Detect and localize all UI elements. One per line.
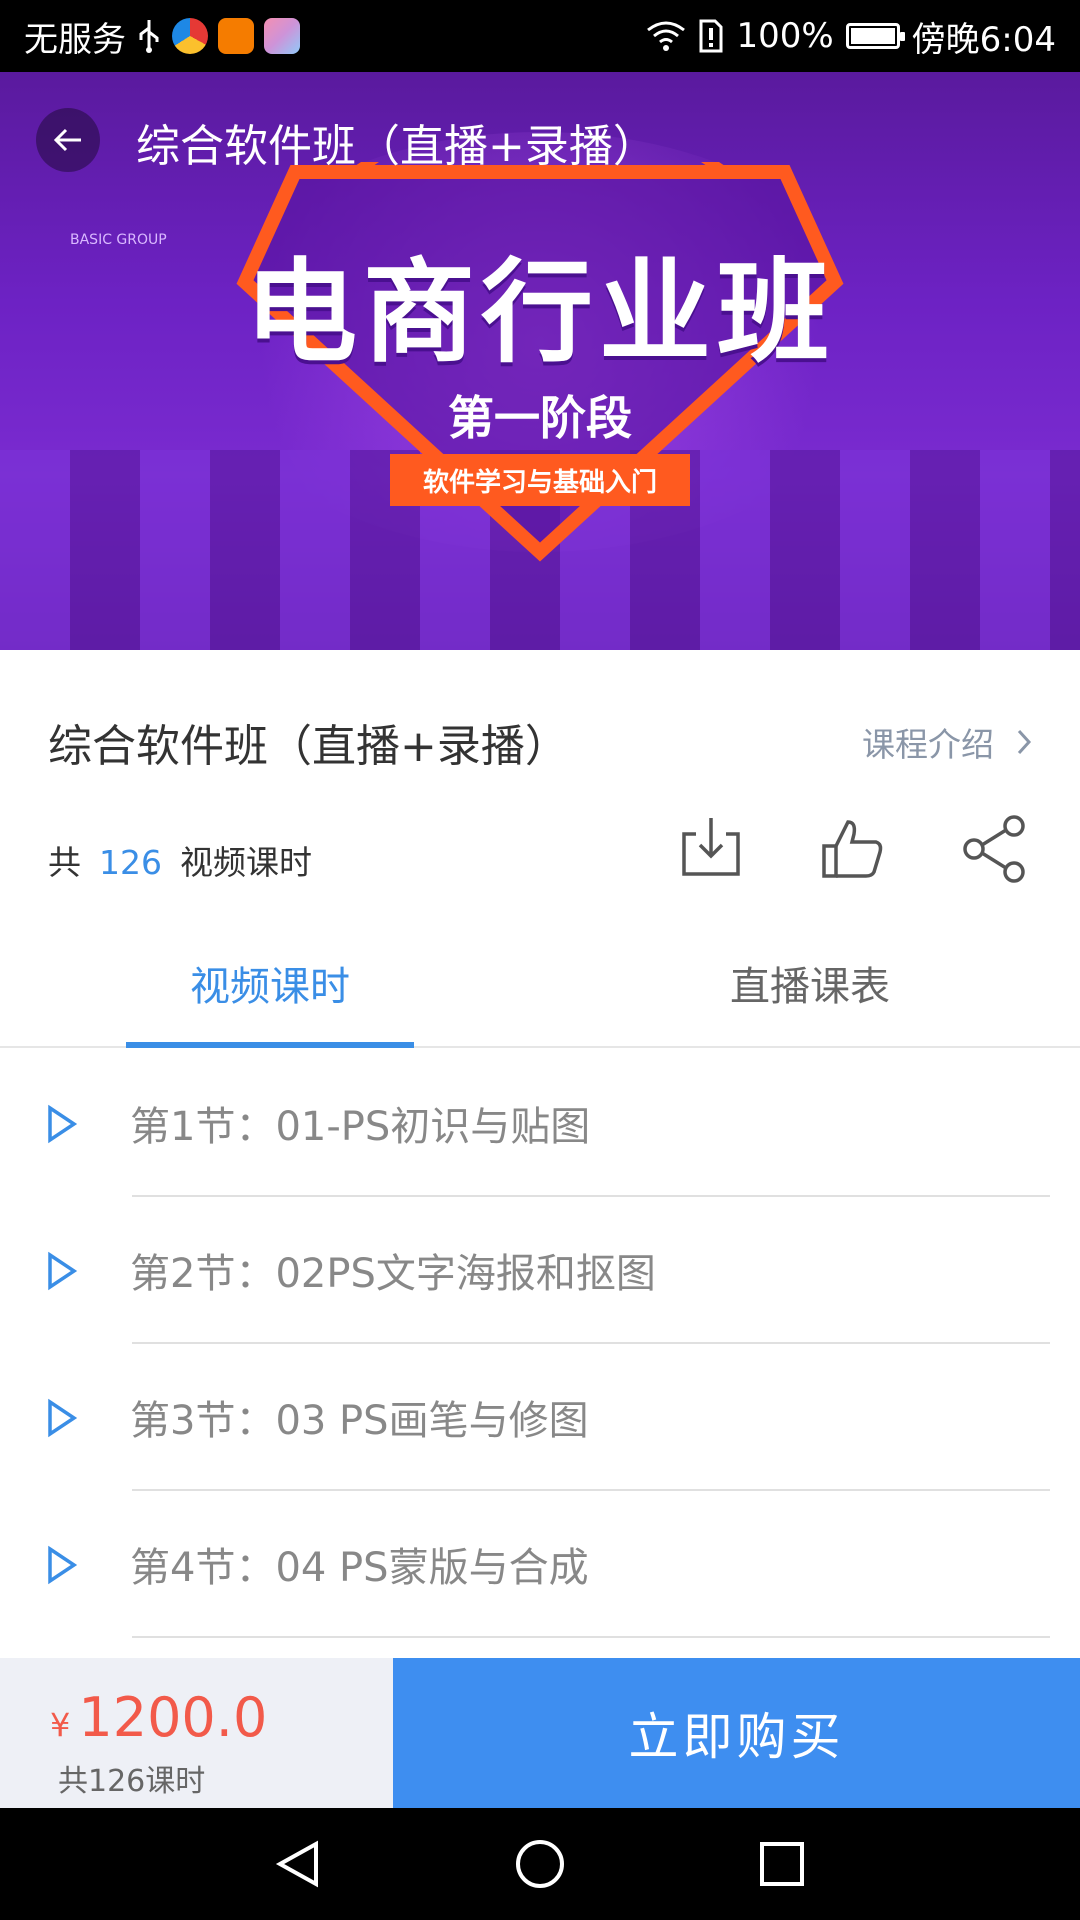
lesson-list: 第1节：01-PS初识与贴图 第2节：02PS文字海报和抠图 第3节：03 PS… [0, 1050, 1080, 1638]
battery-icon [845, 23, 905, 49]
lesson-item[interactable]: 第4节：04 PS蒙版与合成 [0, 1491, 1080, 1638]
lesson-title: 第2节：02PS文字海报和抠图 [130, 1251, 656, 1297]
header-title: 综合软件班（直播+录播） [136, 121, 657, 172]
lesson-item[interactable]: 第3节：03 PS画笔与修图 [0, 1344, 1080, 1491]
tab-video-lessons-label: 视频课时 [190, 964, 350, 1010]
active-tab-indicator [126, 1042, 414, 1048]
currency-symbol: ¥ [50, 1706, 71, 1744]
play-icon [48, 1104, 78, 1144]
tab-live-schedule[interactable]: 直播课表 [540, 920, 1080, 1046]
lesson-title: 第1节：01-PS初识与贴图 [130, 1104, 591, 1150]
lesson-title: 第3节：03 PS画笔与修图 [130, 1398, 589, 1444]
banner-ribbon: 软件学习与基础入门 [390, 454, 690, 506]
price: ¥ 1200.0 [50, 1686, 267, 1749]
share-icon[interactable] [958, 812, 1032, 886]
lesson-title: 第4节：04 PS蒙版与合成 [130, 1545, 589, 1591]
download-icon[interactable] [674, 812, 748, 886]
nav-recents-icon[interactable] [756, 1838, 808, 1890]
course-title: 综合软件班（直播+录播） [48, 721, 569, 772]
purchase-bar: ¥ 1200.0 共126课时 立即购买 [0, 1658, 1080, 1808]
photos-app-icon [264, 18, 300, 54]
nav-back-icon[interactable] [272, 1838, 324, 1890]
play-icon [48, 1545, 78, 1585]
lesson-item[interactable]: 第1节：01-PS初识与贴图 [0, 1050, 1080, 1197]
lesson-count-value: 126 [99, 843, 162, 882]
chevron-right-icon [1017, 729, 1032, 755]
price-lessons-note: 共126课时 [58, 1764, 206, 1799]
play-icon [48, 1398, 78, 1438]
price-value: 1200.0 [78, 1686, 268, 1749]
banner-stage: 第一阶段 [448, 391, 632, 445]
sim-alert-icon [699, 19, 723, 53]
wifi-icon [647, 21, 686, 51]
lesson-count-suffix: 视频课时 [180, 843, 312, 882]
uc-browser-app-icon [218, 18, 254, 54]
lesson-item[interactable]: 第2节：02PS文字海报和抠图 [0, 1197, 1080, 1344]
buy-now-button[interactable]: 立即购买 [393, 1658, 1080, 1808]
lesson-count-prefix: 共 [48, 843, 81, 882]
price-box: ¥ 1200.0 共126课时 [0, 1658, 393, 1808]
lesson-count: 共 126 视频课时 [48, 836, 312, 884]
system-nav-bar [0, 1808, 1080, 1920]
battery-percent: 100% [736, 16, 834, 56]
list-divider [132, 1636, 1050, 1638]
usb-icon [139, 20, 159, 53]
course-intro-label: 课程介绍 [862, 725, 994, 764]
status-bar: 无服务 100% 傍晚6:04 [0, 0, 1080, 72]
browser-app-icon [172, 18, 208, 54]
course-intro-link[interactable]: 课程介绍 [862, 718, 1032, 766]
course-actions [674, 812, 1032, 886]
thumbs-up-icon[interactable] [816, 812, 890, 886]
play-icon [48, 1251, 78, 1291]
tab-video-lessons[interactable]: 视频课时 [0, 920, 540, 1048]
carrier-label: 无服务 [24, 19, 126, 60]
tab-live-schedule-label: 直播课表 [730, 964, 890, 1010]
back-arrow-icon [53, 128, 81, 152]
back-button[interactable] [36, 108, 100, 172]
nav-home-icon[interactable] [514, 1838, 566, 1890]
banner-title: 电商行业班 [245, 248, 835, 378]
lesson-tabs: 视频课时 直播课表 [0, 920, 1080, 1048]
status-time: 傍晚6:04 [911, 19, 1056, 60]
